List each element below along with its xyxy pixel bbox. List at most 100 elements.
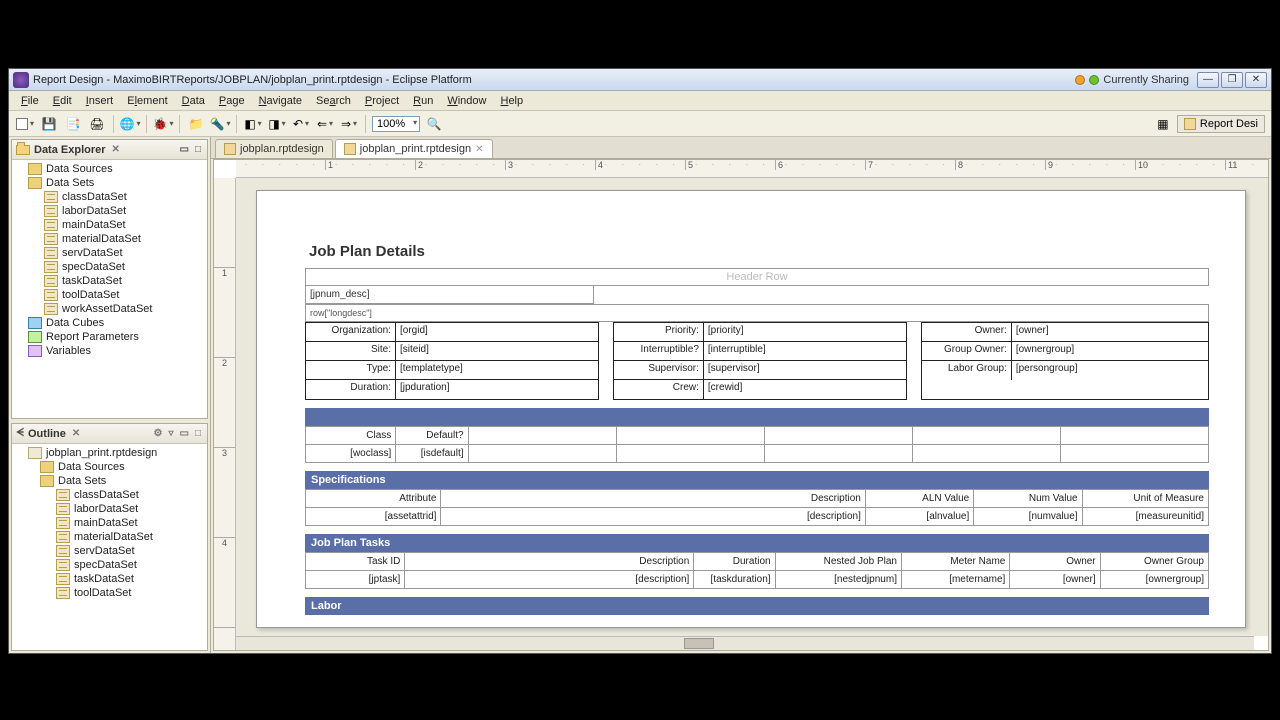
outline-item[interactable]: classDataSet	[74, 489, 139, 501]
menu-navigate[interactable]: Navigate	[253, 93, 308, 109]
value-orgid[interactable]: [orgid]	[396, 323, 598, 341]
maximize-panel-icon[interactable]: □	[193, 144, 203, 155]
section-bar-1[interactable]	[305, 408, 1209, 426]
tree-item[interactable]: workAssetDataSet	[62, 303, 152, 315]
cell-task[interactable]: [jptask]	[306, 571, 405, 589]
tab-jobplan-print[interactable]: jobplan_print.rptdesign✕	[335, 139, 493, 158]
outline-item[interactable]: materialDataSet	[74, 531, 153, 543]
cell-desc[interactable]: [description]	[441, 508, 865, 526]
tree-item[interactable]: specDataSet	[62, 261, 125, 273]
value-supervisor[interactable]: [supervisor]	[704, 361, 906, 379]
tree-item[interactable]: mainDataSet	[62, 219, 126, 231]
horizontal-scrollbar[interactable]	[236, 636, 1254, 650]
menu-search[interactable]: Search	[310, 93, 357, 109]
perspective-button[interactable]: Report Desi	[1177, 115, 1265, 133]
jpnum-field[interactable]: [jpnum_desc]	[305, 286, 594, 304]
close-outline-icon[interactable]: ✕	[72, 428, 80, 439]
outline-menu-icon[interactable]: ▿	[166, 428, 175, 439]
tree-item[interactable]: laborDataSet	[62, 205, 126, 217]
tree-variables[interactable]: Variables	[46, 345, 91, 357]
tree-item[interactable]: materialDataSet	[62, 233, 141, 245]
menu-window[interactable]: Window	[441, 93, 492, 109]
close-button[interactable]: ✕	[1245, 72, 1267, 88]
menu-element[interactable]: Element	[121, 93, 173, 109]
tree-item[interactable]: classDataSet	[62, 191, 127, 203]
cell-attr[interactable]: [assetattrid]	[306, 508, 441, 526]
outline-item[interactable]: toolDataSet	[74, 587, 131, 599]
value-crew[interactable]: [crewid]	[704, 380, 906, 399]
data-explorer-tree[interactable]: Data Sources Data Sets classDataSet labo…	[12, 162, 207, 358]
cell-uom[interactable]: [measureunitid]	[1082, 508, 1208, 526]
new-button[interactable]: ▾	[15, 114, 35, 134]
labor-bar[interactable]: Labor	[305, 597, 1209, 615]
details-col-3[interactable]: Owner:[owner] Group Owner:[ownergroup] L…	[921, 322, 1209, 400]
tree-item[interactable]: toolDataSet	[62, 289, 119, 301]
outline-item[interactable]: specDataSet	[74, 559, 137, 571]
maximize-button[interactable]: ❐	[1221, 72, 1243, 88]
cell-woclass[interactable]: [woclass]	[306, 445, 396, 463]
print-button[interactable]: 🖨	[87, 114, 107, 134]
tasks-bar[interactable]: Job Plan Tasks	[305, 534, 1209, 552]
menu-help[interactable]: Help	[494, 93, 529, 109]
value-owner[interactable]: [owner]	[1012, 323, 1208, 341]
tree-item[interactable]: servDataSet	[62, 247, 123, 259]
run-button[interactable]: 🌐▾	[120, 114, 140, 134]
cell-aln[interactable]: [alnvalue]	[865, 508, 973, 526]
close-tab-icon[interactable]: ✕	[475, 144, 483, 155]
outline-min-icon[interactable]: ▭	[178, 428, 191, 439]
value-duration[interactable]: [jpduration]	[396, 380, 598, 399]
perspective-switch-icon[interactable]: ▦	[1153, 114, 1173, 134]
report-title[interactable]: Job Plan Details	[305, 239, 1209, 268]
specifications-bar[interactable]: Specifications	[305, 471, 1209, 489]
report-page[interactable]: Job Plan Details Header Row [jpnum_desc]…	[256, 190, 1246, 628]
menu-insert[interactable]: Insert	[80, 93, 120, 109]
cell-tdesc[interactable]: [description]	[405, 571, 694, 589]
menu-run[interactable]: Run	[407, 93, 439, 109]
zoom-combo[interactable]: 100%	[372, 116, 420, 132]
details-col-2[interactable]: Priority:[priority] Interruptible?[inter…	[613, 322, 907, 400]
menu-project[interactable]: Project	[359, 93, 405, 109]
outline-item[interactable]: taskDataSet	[74, 573, 134, 585]
value-priority[interactable]: [priority]	[704, 323, 906, 341]
tab-jobplan[interactable]: jobplan.rptdesign	[215, 139, 333, 158]
cell-meter[interactable]: [metername]	[901, 571, 1009, 589]
outline-sources[interactable]: Data Sources	[58, 461, 125, 473]
tasks-table[interactable]: Task ID Description Duration Nested Job …	[305, 552, 1209, 589]
save-button[interactable]: 💾	[39, 114, 59, 134]
tree-data-sets[interactable]: Data Sets	[46, 177, 94, 189]
class-table[interactable]: ClassDefault? [woclass][isdefault]	[305, 426, 1209, 463]
tree-report-parameters[interactable]: Report Parameters	[46, 331, 139, 343]
longdesc-field[interactable]: row["longdesc"]	[305, 304, 1209, 322]
search-button[interactable]: 🔦▾	[210, 114, 230, 134]
value-group-owner[interactable]: [ownergroup]	[1012, 342, 1208, 360]
outline-root[interactable]: jobplan_print.rptdesign	[46, 447, 157, 459]
open-button[interactable]: 📁	[186, 114, 206, 134]
spec-table[interactable]: Attribute Description ALN Value Num Valu…	[305, 489, 1209, 526]
cell-towner[interactable]: [owner]	[1010, 571, 1100, 589]
header-row[interactable]: Header Row	[305, 268, 1209, 286]
value-labor-group[interactable]: [persongroup]	[1012, 361, 1208, 380]
outline-tree[interactable]: jobplan_print.rptdesign Data Sources Dat…	[12, 446, 207, 600]
cell-isdefault[interactable]: [isdefault]	[396, 445, 468, 463]
zoom-picker[interactable]: 🔍	[424, 114, 444, 134]
tree-data-cubes[interactable]: Data Cubes	[46, 317, 104, 329]
value-siteid[interactable]: [siteid]	[396, 342, 598, 360]
back-button[interactable]: ⇐▾	[315, 114, 335, 134]
minimize-button[interactable]: —	[1197, 72, 1219, 88]
outline-item[interactable]: laborDataSet	[74, 503, 138, 515]
save-all-button[interactable]: 📑	[63, 114, 83, 134]
cell-num[interactable]: [numvalue]	[974, 508, 1082, 526]
outline-item[interactable]: mainDataSet	[74, 517, 138, 529]
cell-tdur[interactable]: [taskduration]	[694, 571, 775, 589]
details-col-1[interactable]: Organization:[orgid] Site:[siteid] Type:…	[305, 322, 599, 400]
tree-data-sources[interactable]: Data Sources	[46, 163, 113, 175]
value-interruptible[interactable]: [interruptible]	[704, 342, 906, 360]
cell-townergroup[interactable]: [ownergroup]	[1100, 571, 1208, 589]
minimize-panel-icon[interactable]: ▭	[178, 144, 191, 155]
menu-page[interactable]: Page	[213, 93, 251, 109]
cell-nested[interactable]: [nestedjpnum]	[775, 571, 901, 589]
menu-edit[interactable]: Edit	[47, 93, 78, 109]
debug-button[interactable]: 🐞▾	[153, 114, 173, 134]
outline-max-icon[interactable]: □	[193, 428, 203, 439]
menu-file[interactable]: File	[15, 93, 45, 109]
